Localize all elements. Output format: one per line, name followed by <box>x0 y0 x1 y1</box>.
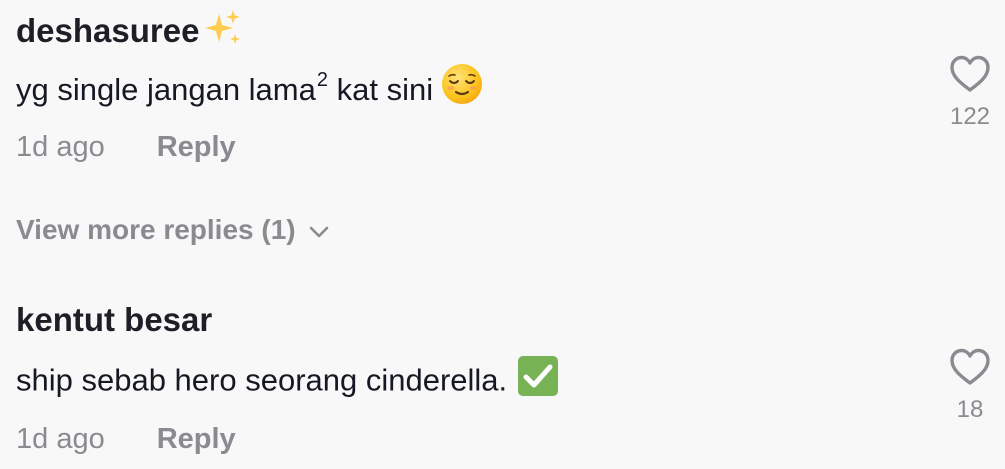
view-more-replies-button[interactable]: View more replies (1) <box>16 216 330 244</box>
view-more-label: View more replies (1) <box>16 214 296 245</box>
comment-timestamp: 1d ago <box>16 131 105 163</box>
username-text[interactable]: deshasuree <box>16 12 199 49</box>
like-group: 18 <box>945 347 995 422</box>
comment-text-main: ship sebab hero seorang cinderella. <box>16 362 508 398</box>
heart-icon[interactable] <box>945 347 995 392</box>
comment-text-tail: kat sini <box>327 72 434 107</box>
reply-button[interactable]: Reply <box>157 131 236 163</box>
comment-username[interactable]: kentut besar <box>16 303 212 336</box>
comment-username[interactable]: deshasuree <box>16 8 243 53</box>
comment-meta: 1d ago Reply <box>16 133 236 162</box>
like-count: 18 <box>956 396 984 423</box>
reply-button[interactable]: Reply <box>157 423 236 455</box>
comment-meta: 1d ago Reply <box>16 425 236 454</box>
comment-text-main: yg single jangan lama <box>16 72 316 107</box>
relieved-emoji-icon <box>441 63 483 110</box>
like-group: 122 <box>945 54 995 129</box>
chevron-down-icon <box>308 216 330 244</box>
comment-text: yg single jangan lama2 kat sini <box>16 64 483 110</box>
comment-text-superscript: 2 <box>316 69 328 91</box>
comment-timestamp: 1d ago <box>16 423 105 455</box>
check-emoji-icon <box>517 355 559 402</box>
heart-icon[interactable] <box>945 54 995 99</box>
comment-text: ship sebab hero seorang cinderella. <box>16 356 559 402</box>
username-text[interactable]: kentut besar <box>16 301 212 338</box>
like-count: 122 <box>949 103 991 130</box>
sparkles-icon <box>203 8 243 53</box>
